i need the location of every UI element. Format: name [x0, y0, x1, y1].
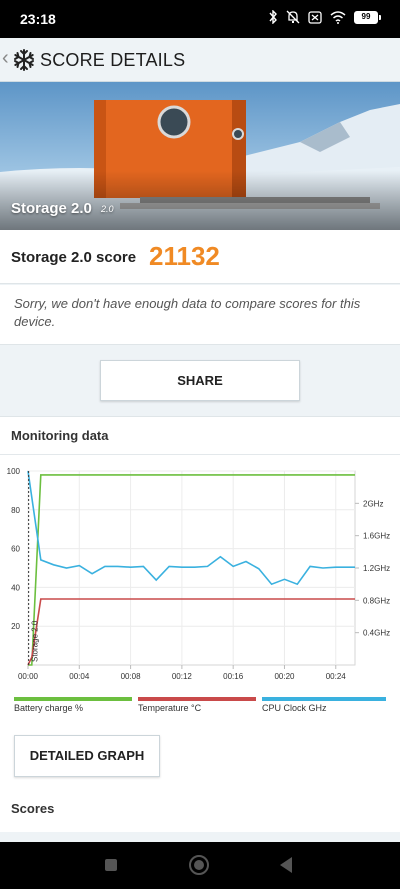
hero-title: Storage 2.0: [11, 200, 92, 217]
x-tick-label: 00:08: [121, 672, 142, 681]
hero-version: 2.0: [101, 204, 114, 214]
y-left-tick-label: 60: [11, 545, 20, 554]
series-line: [27, 598, 355, 666]
benchmark-marker-label: Storage 2.0: [31, 620, 40, 662]
score-value: 21132: [149, 241, 220, 271]
y-right-tick-label: 1.6GHz: [363, 532, 390, 541]
monitoring-title: Monitoring data: [11, 428, 109, 443]
monitoring-chart: 100 80 60 40 20 2GHz 1.6GHz 1.2GHz 0.8GHz 0.4GHz 0…: [7, 467, 390, 681]
legend-item: Temperature °C: [138, 697, 256, 713]
y-right-tick-label: 0.4GHz: [363, 629, 390, 638]
y-right-tick-label: 0.8GHz: [363, 596, 390, 605]
snowflake-icon: [14, 49, 34, 71]
battery-icon: 99: [354, 10, 381, 24]
x-tick-label: 00:16: [223, 672, 244, 681]
y-left-tick-label: 40: [11, 583, 20, 592]
y-left-tick-label: 20: [11, 622, 20, 631]
y-left-tick-label: 80: [11, 506, 20, 515]
system-nav-bar: [0, 842, 400, 889]
home-icon[interactable]: [189, 855, 209, 875]
battery-level: 99: [361, 11, 371, 21]
recents-icon[interactable]: [105, 859, 117, 871]
share-button[interactable]: SHARE: [100, 360, 300, 401]
monitoring-card: Monitoring data 100 80 60 40 20 2GHz 1.6GHz 1.2…: [0, 416, 400, 832]
x-tick-label: 00:04: [69, 672, 90, 681]
back-nav-icon[interactable]: [280, 857, 292, 873]
legend-swatch: [138, 697, 256, 701]
legend-label: CPU Clock GHz: [262, 703, 327, 713]
x-tick-label: 00:20: [274, 672, 295, 681]
app-bar: ‹ SCORE DETAILS: [0, 38, 400, 82]
series-line: [28, 474, 355, 666]
legend-swatch: [14, 697, 132, 701]
y-right-tick-label: 1.2GHz: [363, 564, 390, 573]
wifi-icon: [330, 10, 346, 24]
score-row: Storage 2.0 score 21132: [0, 230, 400, 284]
legend-swatch: [262, 697, 386, 701]
series-line: [27, 470, 355, 586]
divider: [0, 454, 400, 455]
status-icons: 99: [268, 10, 381, 24]
status-bar: 23:18 99: [0, 0, 400, 38]
x-tick-label: 00:12: [172, 672, 193, 681]
hero-banner: Storage 2.0 2.0: [0, 82, 400, 230]
no-sim-icon: [308, 10, 322, 24]
legend-label: Temperature °C: [138, 703, 202, 713]
mute-icon: [286, 10, 300, 24]
score-label: Storage 2.0 score: [11, 249, 137, 266]
page-title: SCORE DETAILS: [40, 50, 186, 70]
x-tick-label: 00:24: [326, 672, 347, 681]
y-right-tick-label: 2GHz: [363, 499, 383, 508]
legend-item: CPU Clock GHz: [262, 697, 386, 713]
legend-label: Battery charge %: [14, 703, 84, 713]
x-tick-label: 00:00: [18, 672, 39, 681]
bluetooth-icon: [269, 10, 277, 24]
no-comparison-notice: Sorry, we don't have enough data to comp…: [0, 285, 400, 345]
legend-item: Battery charge %: [14, 697, 132, 713]
detailed-graph-button[interactable]: DETAILED GRAPH: [14, 735, 160, 777]
status-time: 23:18: [20, 11, 56, 27]
y-left-tick-label: 100: [7, 467, 21, 476]
scores-title: Scores: [11, 801, 55, 816]
